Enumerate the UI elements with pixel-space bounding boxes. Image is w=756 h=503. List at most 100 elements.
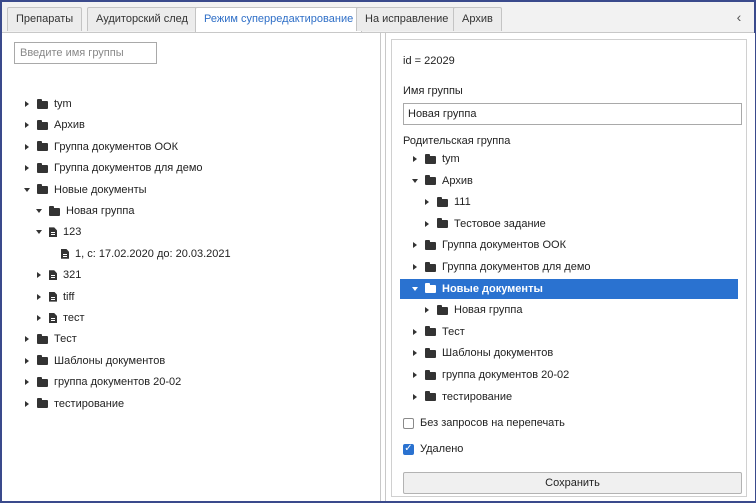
caret-right-icon[interactable] [410,327,420,337]
caret-right-icon[interactable] [410,240,420,250]
tab-for-correction[interactable]: На исправление [356,7,458,31]
tree-item[interactable]: Архив [22,115,85,135]
caret-right-icon[interactable] [422,197,432,207]
document-icon [49,270,57,281]
caret-down-icon[interactable] [34,206,44,216]
caret-right-icon[interactable] [22,377,32,387]
caret-right-icon[interactable] [22,142,32,152]
tree-item-label: Группа документов для демо [54,162,203,175]
tab-audit-trail[interactable]: Аудиторский след [87,7,197,31]
tree-item[interactable]: 111 [422,192,471,212]
save-button[interactable]: Сохранить [403,472,742,494]
tree-item[interactable]: Группа документов ООК [410,235,566,255]
folder-icon [37,333,48,344]
folder-icon [437,218,448,229]
caret-down-icon[interactable] [22,185,32,195]
tree-item[interactable]: 1, с: 17.02.2020 до: 20.03.2021 [46,244,231,264]
caret-down-icon[interactable] [410,284,420,294]
caret-down-icon[interactable] [34,227,44,237]
tree-item-label: 123 [63,226,82,239]
deleted-checkbox-row[interactable]: ✓ Удалено [403,441,463,457]
tree-item-label: 111 [454,196,471,209]
group-id-text: id = 22029 [403,55,455,67]
no-reprint-requests-checkbox[interactable] [403,417,414,429]
no-reprint-requests-label: Без запросов на перепечать [420,417,565,429]
tree-item-label: Шаблоны документов [442,347,554,360]
folder-icon [37,184,48,195]
tree-item-label: тестирование [54,397,125,410]
caret-down-icon[interactable] [410,176,420,186]
tree-item[interactable]: группа документов 20-02 [22,372,181,392]
group-name-label: Имя группы [403,85,463,97]
caret-right-icon[interactable] [34,270,44,280]
caret-right-icon[interactable] [22,356,32,366]
caret-right-icon[interactable] [22,163,32,173]
tree-item-label: Новые документы [442,282,543,295]
tree-item[interactable]: Новые документы [400,278,738,299]
caret-right-icon[interactable] [422,219,432,229]
deleted-checkbox[interactable]: ✓ [403,443,414,455]
tree-item-label: Новые документы [54,183,147,196]
tree-item[interactable]: tiff [34,287,74,307]
tree-item[interactable]: тестирование [410,387,512,407]
folder-icon [37,355,48,366]
caret-right-icon[interactable] [410,392,420,402]
caret-right-icon[interactable] [22,99,32,109]
tree-item[interactable]: Тестовое задание [422,214,546,234]
caret-right-icon[interactable] [22,120,32,130]
tree-item[interactable]: Новая группа [422,300,522,320]
caret-right-icon[interactable] [410,348,420,358]
tree-item[interactable]: Новые документы [22,180,147,200]
tree-item-label: Архив [54,119,85,132]
chevron-left-icon[interactable]: ‹ [730,8,748,26]
group-search-input[interactable] [14,42,157,64]
tab-archive[interactable]: Архив [453,7,502,31]
folder-icon [37,119,48,130]
folder-icon [425,175,436,186]
group-name-input[interactable] [403,103,742,125]
tab-preparations[interactable]: Препараты [7,7,83,31]
tab-super-edit-mode[interactable]: Режим суперредактирование [195,7,363,32]
caret-right-icon[interactable] [410,370,420,380]
caret-right-icon[interactable] [34,292,44,302]
app-window: Препараты Аудиторский след Режим суперре… [0,0,756,503]
tree-item[interactable]: тест [34,308,85,328]
tree-item[interactable]: tym [22,94,72,114]
tree-item-label: тестирование [442,390,513,403]
folder-icon [37,141,48,152]
tree-item[interactable]: тестирование [22,394,124,414]
caret-right-icon[interactable] [410,262,420,272]
folder-icon [437,196,448,207]
caret-right-icon[interactable] [422,305,432,315]
tree-item[interactable]: Новая группа [34,201,134,221]
tree-item[interactable]: 321 [34,265,81,285]
tree-item-label: группа документов 20-02 [54,376,182,389]
folder-icon [425,347,436,358]
tree-item[interactable]: Шаблоны документов [22,351,165,371]
caret-right-icon[interactable] [22,334,32,344]
folder-icon [425,326,436,337]
caret-right-icon[interactable] [410,154,420,164]
tree-item[interactable]: группа документов 20-02 [410,365,569,385]
tree-item[interactable]: Группа документов ООК [22,137,178,157]
tree-item[interactable]: 123 [34,222,81,242]
tree-item[interactable]: Архив [410,171,473,191]
document-icon [49,291,57,302]
tree-item-label: тест [63,312,85,324]
caret-right-icon[interactable] [34,313,44,323]
tree-item[interactable]: Группа документов для демо [410,257,591,277]
folder-icon [37,98,48,109]
tree-item[interactable]: tym [410,149,460,169]
tree-item[interactable]: Тест [22,329,77,349]
tree-item[interactable]: Группа документов для демо [22,158,203,178]
tree-item-label: группа документов 20-02 [442,369,570,381]
folder-icon [37,376,48,387]
tree-item-label: Тест [442,325,465,338]
tree-item[interactable]: Тест [410,322,465,342]
tree-item[interactable]: Шаблоны документов [410,343,553,363]
caret-right-icon[interactable] [22,399,32,409]
no-reprint-requests-checkbox-row[interactable]: Без запросов на перепечать [403,415,565,431]
folder-icon [437,304,448,315]
document-icon [61,248,69,259]
folder-icon [425,369,436,380]
